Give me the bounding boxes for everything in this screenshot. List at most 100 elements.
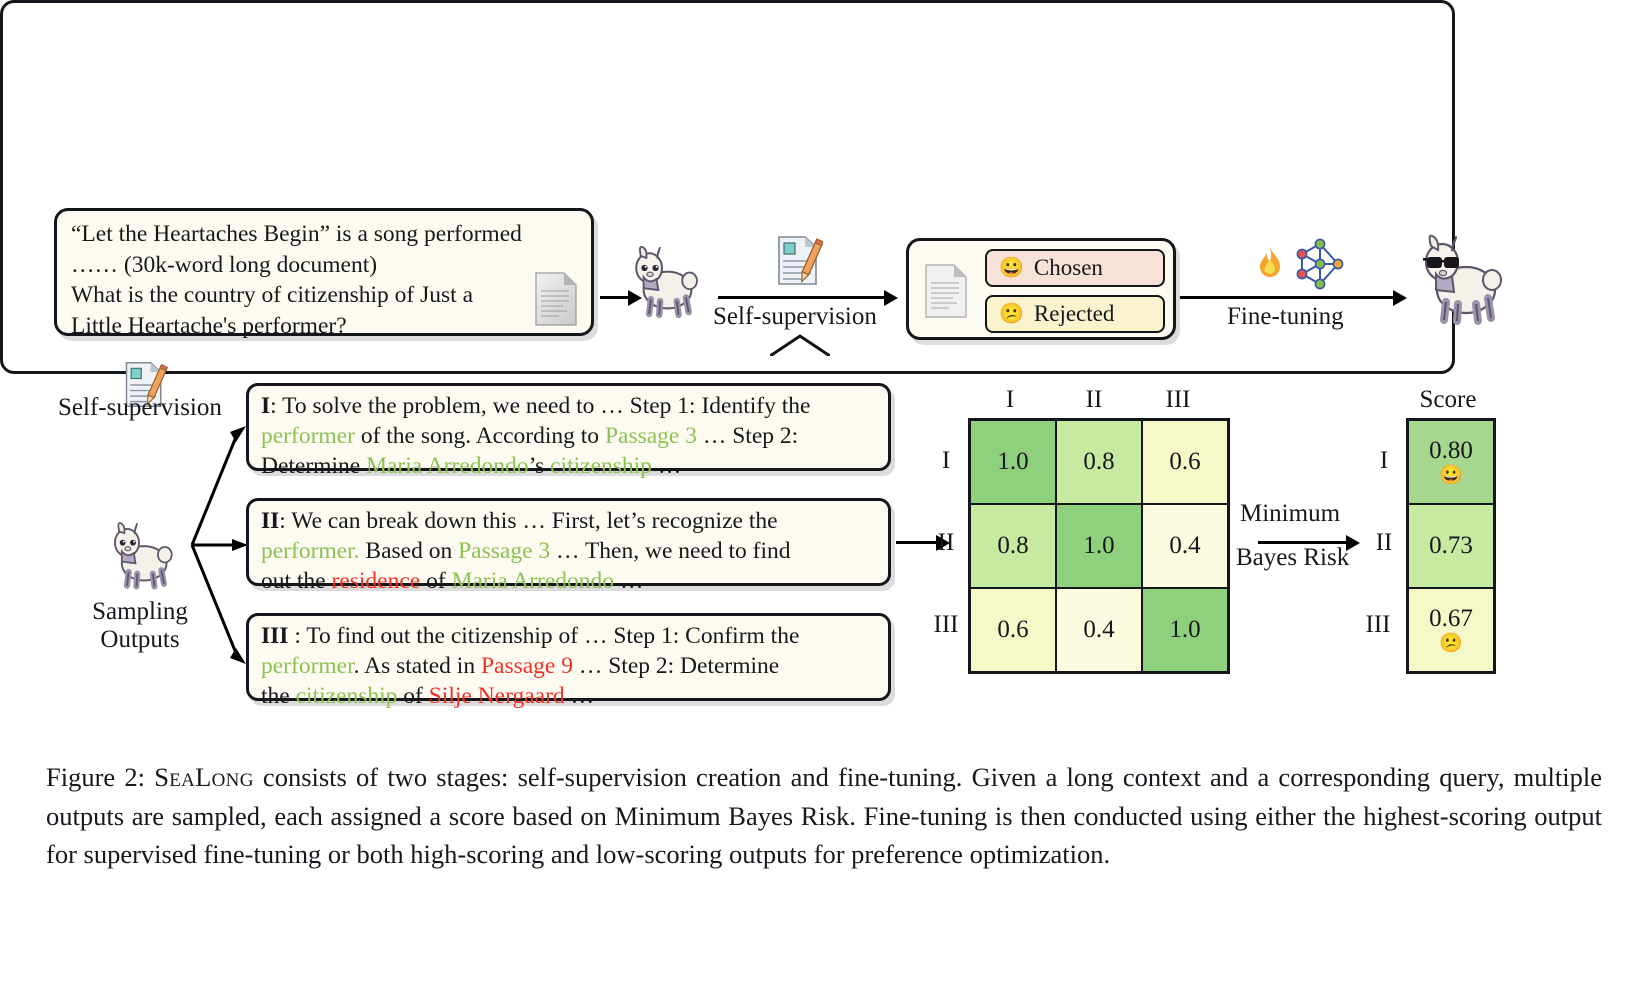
text-run: : To find out the citizenship of … Step …: [288, 623, 800, 649]
confused-face-icon: 😕: [1439, 632, 1463, 654]
highlight-green: performer: [261, 423, 355, 449]
chosen-label: Chosen: [1033, 255, 1103, 280]
output-index: I: [261, 393, 271, 419]
highlight-green: citizenship: [295, 683, 398, 709]
output-index: III: [261, 623, 289, 649]
score-row-header: I: [1379, 447, 1389, 474]
output-text-line: the citizenship of Silje Nergaard …: [261, 681, 876, 711]
matrix-cell: 1.0: [1055, 503, 1143, 589]
highlight-green: Maria Arredondo: [451, 568, 615, 594]
output-text-line: performer of the song. According to Pass…: [261, 421, 876, 451]
fanout-arrows: [190, 426, 248, 664]
rejected-label: Rejected: [1033, 301, 1115, 326]
matrix-row: 0.6 0.4 1.0: [968, 587, 1230, 674]
output-box-iii: III : To find out the citizenship of … S…: [246, 613, 891, 709]
highlight-green: citizenship: [550, 453, 652, 479]
text-run: out the: [261, 568, 332, 594]
output-text-line: out the residence of Maria Arredondo …: [261, 566, 876, 596]
llama-icon: [113, 522, 173, 590]
text-run: …: [614, 568, 644, 594]
llama-icon: [635, 245, 698, 319]
arrow-head: [884, 290, 898, 306]
sampling-outputs-label: Sampling Outputs: [90, 598, 190, 654]
chosen-pill: 😀 Chosen: [985, 249, 1165, 287]
query-line: What is the country of citizenship of Ju…: [71, 282, 474, 308]
similarity-matrix: 1.0 0.8 0.6 0.8 1.0 0.4 0.6 0.4 1.0: [968, 418, 1230, 674]
text-run: of: [420, 568, 452, 594]
text-run: Determine: [261, 453, 367, 479]
query-line: Little Heartache's performer?: [71, 312, 347, 339]
highlight-red: Silje Nergaard: [428, 683, 565, 709]
score-row-header: III: [1365, 611, 1391, 638]
text-run: : We can break down this … First, let’s …: [279, 508, 778, 534]
sunglasses-icon: [1423, 257, 1459, 268]
text-run: the: [261, 683, 296, 709]
highlight-green: Passage 3: [604, 423, 697, 449]
mbr-label-line2: Bayes Risk: [1236, 544, 1350, 571]
text-run: of: [397, 683, 429, 709]
score-cell: 0.80 😀: [1406, 418, 1496, 505]
matrix-row: 0.8 1.0 0.4: [968, 503, 1230, 589]
text-run: …: [651, 453, 682, 479]
output-box-ii: II: We can break down this … First, let’…: [246, 498, 891, 594]
text-run: ’s: [528, 453, 551, 479]
sampling-outputs-line2: Outputs: [100, 626, 180, 653]
query-context-box: “Let the Heartaches Begin” is a song per…: [54, 208, 594, 339]
highlight-green: Maria Arredondo: [366, 453, 529, 479]
score-column: 0.80 😀 0.73 0.67 😕: [1406, 418, 1496, 674]
fine-tuning-label: Fine-tuning: [1227, 303, 1344, 330]
output-text-line: Determine Maria Arredondo’s citizenship …: [261, 451, 876, 481]
score-row: 0.67 😕: [1406, 587, 1496, 674]
smiling-face-icon: 😀: [1439, 464, 1463, 486]
score-cell: 0.67 😕: [1406, 587, 1496, 674]
matrix-cell: 0.4: [1141, 503, 1230, 589]
figure-caption: Figure 2: SeaLong consists of two stages…: [46, 758, 1602, 874]
document-icon: [535, 272, 577, 326]
fire-icon: [1260, 247, 1280, 277]
score-cell: 0.73: [1406, 503, 1496, 589]
arrow-fine-tuning: [1180, 296, 1395, 299]
caption-prefix: Figure 2:: [46, 762, 145, 792]
matrix-col-header: III: [1165, 386, 1191, 413]
rejected-pill: 😕 Rejected: [985, 295, 1165, 333]
matrix-col-header: II: [1085, 386, 1103, 413]
highlight-red: Passage 9: [480, 653, 573, 679]
caption-body: consists of two stages: self-supervision…: [46, 762, 1602, 869]
matrix-row-header: II: [937, 529, 955, 556]
output-text-line: I: To solve the problem, we need to … St…: [261, 391, 876, 421]
score-row: 0.73: [1406, 503, 1496, 589]
matrix-cell: 0.6: [968, 587, 1057, 674]
output-text-line: performer. Based on Passage 3 … Then, we…: [261, 536, 876, 566]
output-text-line: II: We can break down this … First, let’…: [261, 506, 876, 536]
score-row-header: II: [1375, 529, 1393, 556]
highlight-red: residence: [331, 568, 421, 594]
mbr-label-line1: Minimum: [1240, 500, 1341, 527]
text-run: of the song. According to: [354, 423, 605, 449]
matrix-cell: 1.0: [968, 418, 1057, 505]
text-run: … Step 2: Determine: [572, 653, 780, 679]
matrix-cell: 0.6: [1141, 418, 1230, 505]
matrix-row-header: I: [941, 447, 951, 474]
output-box-i: I: To solve the problem, we need to … St…: [246, 383, 891, 479]
highlight-green: performer.: [261, 538, 360, 564]
preference-pair-box: 😀 Chosen 😕 Rejected: [906, 238, 1176, 340]
score-value: 0.67: [1429, 605, 1473, 633]
matrix-row: 1.0 0.8 0.6: [968, 418, 1230, 505]
text-run: : To solve the problem, we need to … Ste…: [270, 393, 811, 419]
caption-method-name: SeaLong: [154, 762, 254, 792]
query-line: “Let the Heartaches Begin” is a song per…: [71, 221, 522, 247]
llama-sunglasses-icon: [1423, 234, 1502, 325]
score-value: 0.80: [1429, 437, 1473, 465]
score-row: 0.80 😀: [1406, 418, 1496, 505]
matrix-cell: 0.8: [1055, 418, 1143, 505]
confused-face-icon: 😕: [999, 303, 1024, 325]
output-index: II: [261, 508, 280, 534]
text-run: … Then, we need to find: [550, 538, 791, 564]
output-text-line: performer. As stated in Passage 9 … Step…: [261, 651, 876, 681]
self-supervision-label-top: Self-supervision: [713, 303, 877, 330]
highlight-green: performer: [261, 653, 354, 679]
matrix-cell: 1.0: [1141, 587, 1230, 674]
highlight-green: Passage 3: [458, 538, 551, 564]
matrix-cell: 0.8: [968, 503, 1057, 589]
memo-pencil-icon: [778, 236, 823, 285]
